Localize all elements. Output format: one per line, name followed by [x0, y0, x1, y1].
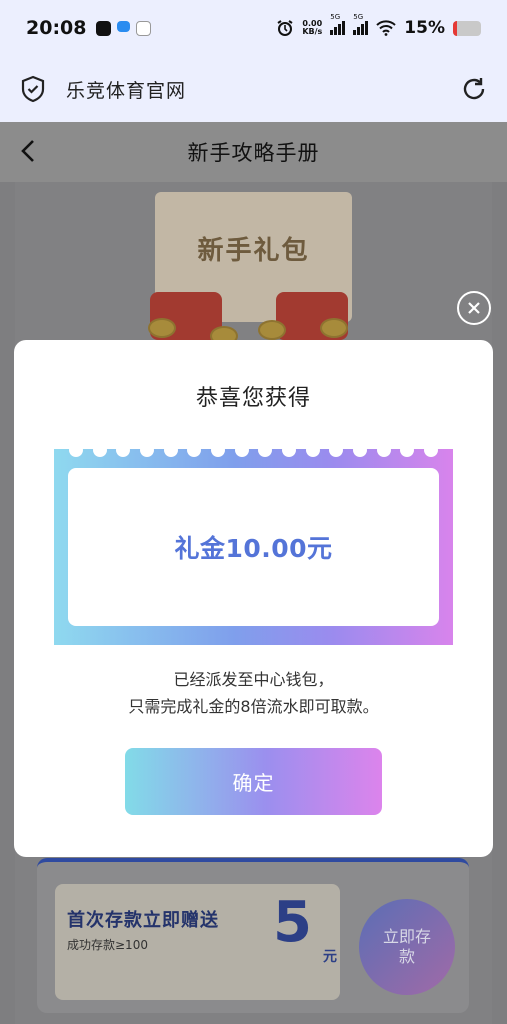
gift-pack-label: 新手礼包	[197, 236, 310, 266]
close-button[interactable]	[457, 291, 491, 325]
page-header: 新手攻略手册	[0, 122, 507, 182]
reward-ticket: 礼金10.00元	[54, 443, 453, 645]
promo-unit: 元	[323, 949, 337, 965]
signal-label-2: 5G	[353, 13, 364, 21]
confirm-button[interactable]: 确定	[125, 748, 382, 815]
battery-icon	[453, 20, 481, 36]
app-icon	[136, 20, 152, 36]
ticket-inner: 礼金10.00元	[68, 468, 439, 626]
promo-amount: 5	[273, 890, 312, 955]
promo-subtitle: 成功存款≥100	[67, 938, 148, 952]
page-title: 新手攻略手册	[187, 141, 320, 165]
promo-card: 首次存款立即赠送 成功存款≥100 5 元	[55, 884, 340, 1000]
reward-modal: 恭喜您获得 礼金10.00元 已经派发至中心钱包， 只需完成礼金的8倍流水即可取…	[14, 340, 493, 857]
net-speed: 0.00 KB/s	[302, 19, 323, 36]
promo-title: 首次存款立即赠送	[67, 910, 219, 931]
deposit-promo: 首次存款立即赠送 成功存款≥100 5 元 立即存款	[37, 858, 469, 1013]
shield-icon[interactable]	[20, 75, 46, 103]
bonus-amount: 礼金10.00元	[174, 534, 333, 563]
back-arrow-icon[interactable]	[18, 138, 38, 164]
status-time: 20:08	[26, 17, 87, 39]
message-app-icon	[117, 20, 131, 32]
close-icon	[468, 302, 480, 314]
coin-image-3	[258, 320, 286, 340]
reload-icon[interactable]	[461, 76, 487, 102]
status-bar: 20:08 0.00 KB/s 5G 5G 15%	[0, 0, 507, 56]
wifi-icon	[376, 20, 396, 36]
status-indicators: 0.00 KB/s 5G 5G 15%	[276, 13, 481, 38]
modal-note: 已经派发至中心钱包， 只需完成礼金的8倍流水即可取款。	[14, 666, 493, 720]
modal-note-line-2: 只需完成礼金的8倍流水即可取款。	[128, 697, 379, 716]
modal-title: 恭喜您获得	[195, 386, 311, 411]
notification-icons	[96, 20, 152, 36]
tiktok-icon	[96, 20, 112, 36]
coin-image	[148, 318, 176, 338]
modal-note-line-1: 已经派发至中心钱包，	[173, 670, 334, 689]
signal-5g-icon: 5G	[330, 13, 346, 35]
signal-5g-icon-2: 5G	[353, 13, 369, 35]
signal-label: 5G	[330, 13, 341, 21]
ticket-scallop-edge	[54, 443, 453, 461]
alarm-icon	[277, 20, 293, 36]
deposit-now-button[interactable]: 立即存款	[359, 899, 455, 995]
coin-image-4	[320, 318, 348, 338]
battery-percent: 15%	[404, 18, 445, 38]
browser-bar: 乐竞体育官网	[0, 56, 507, 122]
browser-title: 乐竞体育官网	[66, 79, 187, 102]
